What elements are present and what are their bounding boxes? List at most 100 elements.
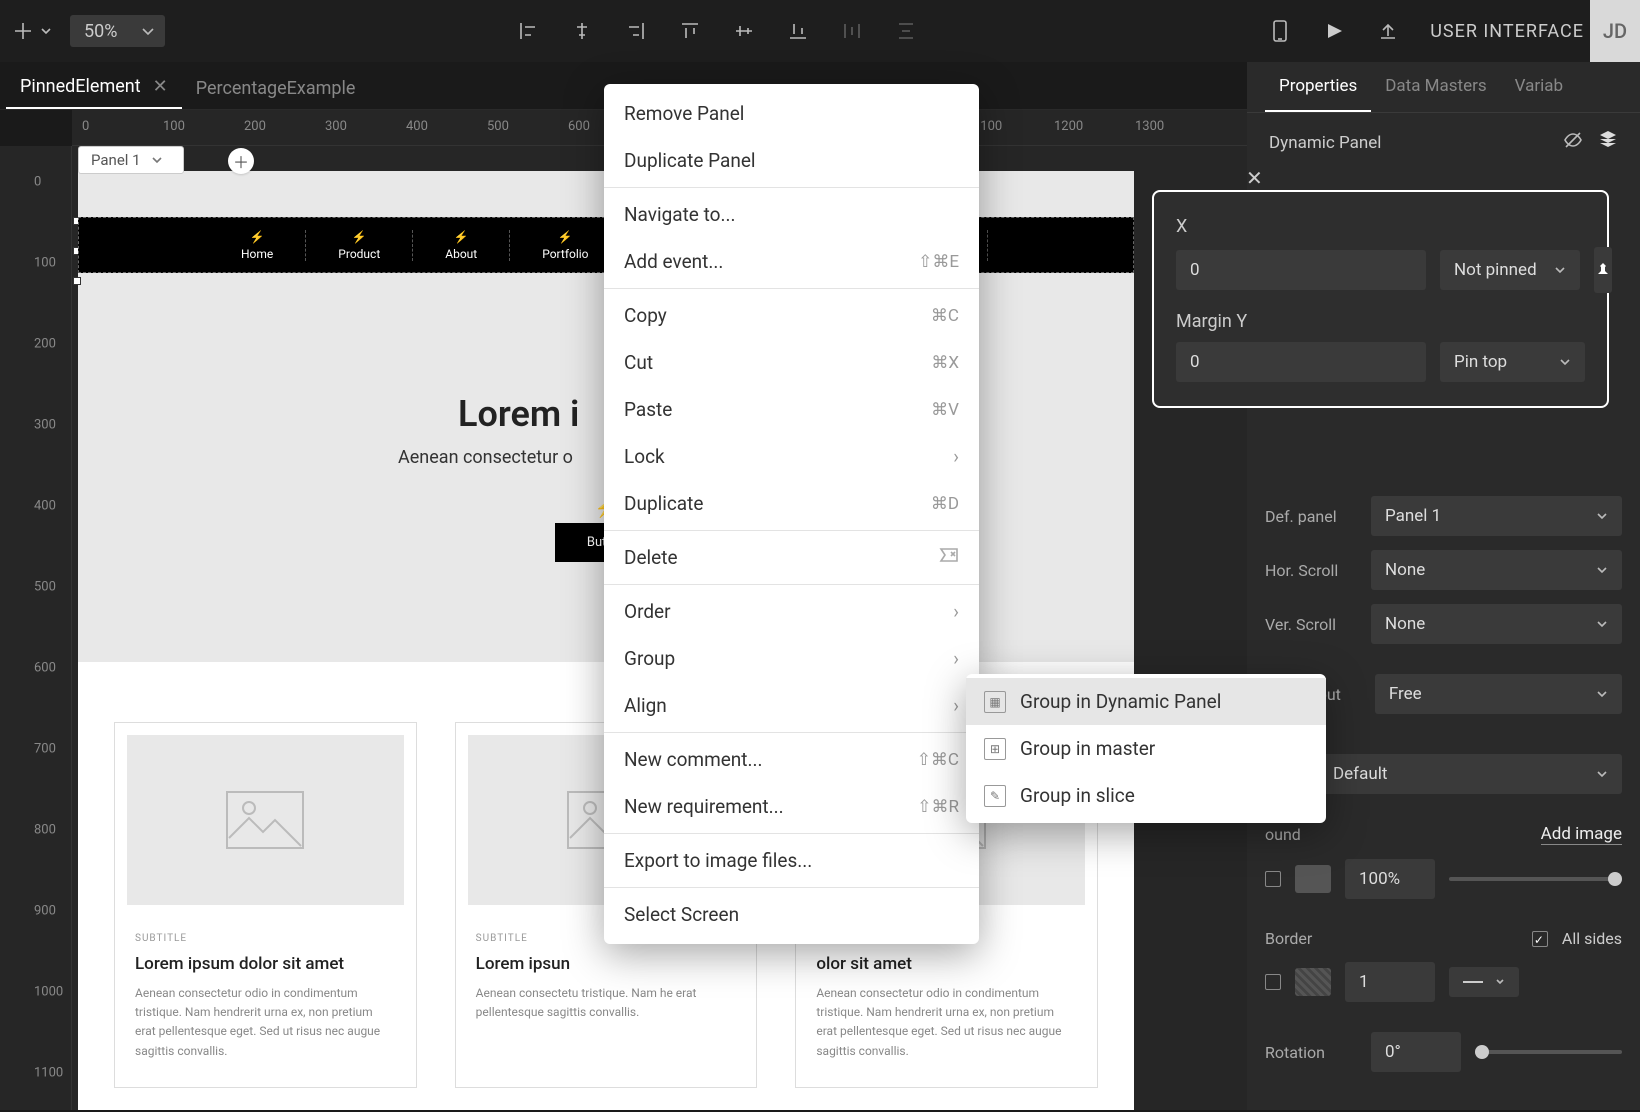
context-menu-item[interactable]: Cut⌘X xyxy=(604,339,979,386)
submenu-item[interactable]: ✎Group in slice xyxy=(966,772,1326,819)
ruler-tick: 1000 xyxy=(34,985,63,1000)
def-panel-select[interactable]: Panel 1 xyxy=(1371,496,1622,536)
context-menu-item[interactable]: Export to image files... xyxy=(604,837,979,884)
layout-select[interactable]: Free xyxy=(1375,674,1622,714)
context-menu-item[interactable]: Navigate to... xyxy=(604,191,979,238)
group-submenu: ▦Group in Dynamic Panel⊞Group in master✎… xyxy=(966,674,1326,823)
tab-percentage-example[interactable]: PercentageExample xyxy=(182,68,370,109)
context-menu-label: Align xyxy=(624,694,667,717)
rotation-input[interactable] xyxy=(1371,1032,1461,1072)
x-input[interactable] xyxy=(1176,250,1426,290)
align-vcenter-icon[interactable] xyxy=(732,19,756,43)
tab-data-masters[interactable]: Data Masters xyxy=(1371,62,1500,112)
hor-scroll-select[interactable]: None xyxy=(1371,550,1622,590)
submenu-item[interactable]: ⊞Group in master xyxy=(966,725,1326,772)
mode-selector[interactable]: USER INTERFACE xyxy=(1430,21,1608,42)
shortcut-label: ⇧⌘C xyxy=(917,750,959,770)
upload-icon[interactable] xyxy=(1376,19,1400,43)
align-bottom-icon[interactable] xyxy=(786,19,810,43)
context-menu-label: Select Screen xyxy=(624,903,739,926)
style-select[interactable]: Default xyxy=(1319,754,1622,794)
context-menu-item[interactable]: Add event...⇧⌘E xyxy=(604,238,979,285)
zoom-control[interactable]: 50% xyxy=(70,15,165,47)
close-icon[interactable]: ✕ xyxy=(1246,166,1263,190)
tab-variables[interactable]: Variab xyxy=(1501,62,1577,112)
context-menu-label: Navigate to... xyxy=(624,203,735,226)
context-menu-item[interactable]: Copy⌘C xyxy=(604,292,979,339)
all-sides-checkbox[interactable] xyxy=(1532,931,1548,947)
context-menu-item[interactable]: New requirement...⇧⌘R xyxy=(604,783,979,830)
ver-scroll-select[interactable]: None xyxy=(1371,604,1622,644)
rotation-slider[interactable] xyxy=(1475,1050,1622,1054)
zoom-value: 50% xyxy=(70,21,131,42)
add-button[interactable] xyxy=(12,20,52,42)
user-avatar[interactable]: JD xyxy=(1590,0,1640,62)
align-top-icon[interactable] xyxy=(678,19,702,43)
add-image-link[interactable]: Add image xyxy=(1541,824,1622,845)
align-hcenter-icon[interactable] xyxy=(570,19,594,43)
border-enable-checkbox[interactable] xyxy=(1265,974,1281,990)
ruler-tick: 600 xyxy=(34,661,56,676)
card-title: olor sit amet xyxy=(816,954,1077,974)
context-menu-item[interactable]: Remove Panel xyxy=(604,90,979,137)
tab-label: PercentageExample xyxy=(196,78,356,99)
dynamic-panel-icon: ▦ xyxy=(984,691,1006,713)
separator xyxy=(604,833,979,834)
shortcut-label: ⇧⌘R xyxy=(917,797,959,817)
ruler-tick: 400 xyxy=(406,119,428,134)
device-preview-icon[interactable] xyxy=(1268,19,1292,43)
background-enable-checkbox[interactable] xyxy=(1265,871,1281,887)
distribute-v-icon[interactable] xyxy=(894,19,918,43)
image-placeholder-icon xyxy=(127,735,404,905)
align-right-icon[interactable] xyxy=(624,19,648,43)
opacity-slider[interactable] xyxy=(1449,877,1622,881)
layers-icon[interactable] xyxy=(1598,129,1618,156)
border-style-select[interactable] xyxy=(1449,967,1519,997)
opacity-input[interactable] xyxy=(1345,859,1435,899)
context-menu-item[interactable]: Group› xyxy=(604,635,979,682)
separator xyxy=(604,187,979,188)
context-menu-item[interactable]: Delete xyxy=(604,534,979,581)
margin-y-input[interactable] xyxy=(1176,342,1426,382)
rotation-label: Rotation xyxy=(1265,1043,1357,1062)
context-menu-item[interactable]: Align› xyxy=(604,682,979,729)
context-menu-label: Lock xyxy=(624,445,665,468)
nav-item[interactable]: About xyxy=(413,230,510,261)
pin-icon[interactable] xyxy=(1594,247,1612,293)
background-color-swatch[interactable] xyxy=(1295,865,1331,893)
submenu-item[interactable]: ▦Group in Dynamic Panel xyxy=(966,678,1326,725)
position-popover: ✕ X Not pinned Margin Y Pin top xyxy=(1152,190,1609,408)
tab-pinned-element[interactable]: PinnedElement ✕ xyxy=(6,66,182,109)
x-pin-select[interactable]: Not pinned xyxy=(1440,250,1580,290)
panel-selector[interactable]: Panel 1 xyxy=(78,146,184,174)
submenu-label: Group in slice xyxy=(1020,784,1135,807)
close-icon[interactable]: ✕ xyxy=(153,76,168,97)
plus-icon xyxy=(12,20,34,42)
chevron-down-icon xyxy=(1596,618,1608,630)
tab-properties[interactable]: Properties xyxy=(1265,62,1371,112)
chevron-down-icon xyxy=(1596,688,1608,700)
chevron-down-icon xyxy=(1596,510,1608,522)
context-menu-item[interactable]: New comment...⇧⌘C xyxy=(604,736,979,783)
shortcut-label: ⇧⌘E xyxy=(918,252,959,272)
context-menu-item[interactable]: Paste⌘V xyxy=(604,386,979,433)
context-menu-item[interactable]: Duplicate⌘D xyxy=(604,480,979,527)
border-width-input[interactable] xyxy=(1345,962,1435,1002)
context-menu-item[interactable]: Lock› xyxy=(604,433,979,480)
context-menu-item[interactable]: Order› xyxy=(604,588,979,635)
chevron-down-icon xyxy=(40,25,52,37)
context-menu-item[interactable]: Select Screen xyxy=(604,891,979,938)
all-sides-label: All sides xyxy=(1562,929,1622,948)
nav-item[interactable]: Home xyxy=(209,230,306,261)
context-menu-item[interactable]: Duplicate Panel xyxy=(604,137,979,184)
ruler-tick: 300 xyxy=(34,418,56,433)
add-panel-button[interactable]: ＋ xyxy=(228,148,254,174)
distribute-h-icon[interactable] xyxy=(840,19,864,43)
align-left-icon[interactable] xyxy=(516,19,540,43)
margin-y-pin-select[interactable]: Pin top xyxy=(1440,342,1585,382)
play-icon[interactable] xyxy=(1322,19,1346,43)
nav-item[interactable]: Product xyxy=(306,230,413,261)
border-color-swatch[interactable] xyxy=(1295,968,1331,996)
card-text: Aenean consectetur odio in condimentum t… xyxy=(816,984,1077,1061)
eye-off-icon[interactable] xyxy=(1562,129,1584,156)
